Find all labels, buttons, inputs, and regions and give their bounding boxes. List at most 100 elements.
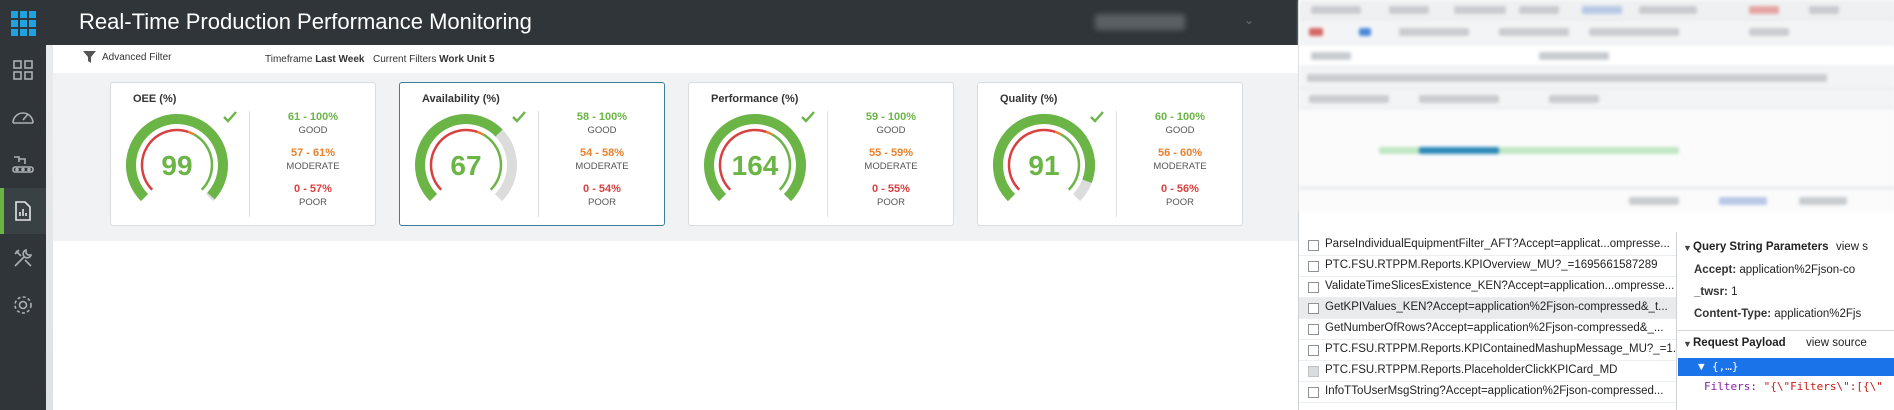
poor-range: 0 - 56% POOR xyxy=(1128,183,1232,208)
kpi-title: OEE (%) xyxy=(133,93,177,105)
request-payload-title: Request Payload xyxy=(1693,337,1786,349)
view-source-link[interactable]: view source xyxy=(1806,337,1867,349)
settings-gear-icon xyxy=(14,296,32,314)
chevron-down-icon[interactable]: ⌄ xyxy=(1244,13,1254,27)
devtools-panel: ParseIndividualEquipmentFilter_AFT?Accep… xyxy=(1298,0,1894,410)
moderate-range-label: MODERATE xyxy=(575,161,629,172)
request-checkbox[interactable] xyxy=(1308,366,1319,377)
advanced-filter-label: Advanced Filter xyxy=(102,52,172,63)
network-request-row[interactable]: PTC.FSU.RTPPM.Reports.KPIContainedMashup… xyxy=(1299,340,1676,361)
poor-range-label: POOR xyxy=(588,197,616,208)
gauge-moderate-band xyxy=(1054,130,1062,136)
payload-filters-row[interactable]: Filters: "{\"Filters\":[{\" xyxy=(1704,380,1883,393)
sidebar-item-production[interactable] xyxy=(0,141,46,187)
good-range-label: GOOD xyxy=(298,125,328,136)
query-string-title: Query String Parameters xyxy=(1693,241,1829,253)
filter-funnel-icon xyxy=(83,51,96,63)
moderate-range-label: MODERATE xyxy=(1153,161,1207,172)
request-checkbox[interactable] xyxy=(1308,303,1319,314)
good-range-label: GOOD xyxy=(876,125,906,136)
caret-down-icon: ▼ xyxy=(1683,243,1692,253)
request-checkbox[interactable] xyxy=(1308,261,1319,272)
poor-range-label: POOR xyxy=(877,197,905,208)
gauge-good-band xyxy=(482,133,503,191)
timeframe-value: Last Week xyxy=(315,54,365,65)
current-filters-value: Work Unit 5 xyxy=(439,54,495,65)
good-range: 61 - 100% GOOD xyxy=(261,111,365,136)
status-check-icon xyxy=(801,111,815,123)
network-request-row[interactable]: PTC.FSU.RTPPM.Reports.PlaceholderClickKP… xyxy=(1299,361,1676,382)
kpi-card[interactable]: Availability (%) 67 58 - 100% GOOD 54 - … xyxy=(399,82,665,226)
moderate-range-value: 55 - 59% xyxy=(868,147,914,159)
network-request-row[interactable]: GetNumberOfRows?Accept=application%2Fjso… xyxy=(1299,319,1676,340)
network-request-row[interactable]: InfoTToUserMsgString?Accept=application%… xyxy=(1299,382,1676,403)
timeframe-filter[interactable]: Timeframe Last Week xyxy=(265,54,365,65)
payload-root-text: {,…} xyxy=(1712,360,1739,373)
sidebar-item-dashboard[interactable] xyxy=(0,47,46,93)
sidebar-item-tools[interactable] xyxy=(0,235,46,281)
moderate-range-value: 56 - 60% xyxy=(1157,147,1203,159)
kpi-gauge: 91 xyxy=(993,114,1095,202)
query-string-section-header[interactable]: ▼ Query String Parameters view s xyxy=(1678,238,1894,258)
gauge-moderate-band xyxy=(187,130,195,136)
filters-key: Filters: xyxy=(1704,380,1757,393)
moderate-range-label: MODERATE xyxy=(864,161,918,172)
dashboard-grid-icon xyxy=(13,60,33,80)
request-checkbox[interactable] xyxy=(1308,240,1319,251)
kpi-title: Availability (%) xyxy=(422,93,500,105)
good-range: 59 - 100% GOOD xyxy=(839,111,943,136)
moderate-range: 54 - 58% MODERATE xyxy=(550,147,654,172)
request-checkbox[interactable] xyxy=(1308,387,1319,398)
sidebar-item-performance[interactable] xyxy=(0,94,46,140)
status-check-icon xyxy=(512,111,526,123)
section-divider xyxy=(1678,330,1894,331)
sidebar-gutter xyxy=(46,45,53,410)
moderate-range-value: 54 - 58% xyxy=(579,147,625,159)
request-checkbox[interactable] xyxy=(1308,282,1319,293)
sidebar-item-settings[interactable] xyxy=(0,282,46,328)
sidebar-item-reports[interactable] xyxy=(0,188,46,234)
card-divider xyxy=(1116,111,1117,217)
poor-range-value: 0 - 57% xyxy=(294,183,332,195)
top-bar: Real-Time Production Performance Monitor… xyxy=(0,0,1298,45)
kpi-card[interactable]: Performance (%) 164 59 - 100% GOOD 55 - … xyxy=(688,82,954,226)
filter-bar: Advanced Filter Timeframe Last Week Curr… xyxy=(53,45,1298,73)
user-menu-redacted[interactable] xyxy=(1095,14,1185,30)
current-filters-label: Current Filters xyxy=(373,54,437,65)
network-request-row[interactable]: ValidateTimeSlicesExistence_KEN?Accept=a… xyxy=(1299,277,1676,298)
kpi-title: Quality (%) xyxy=(1000,93,1058,105)
app-title: Real-Time Production Performance Monitor… xyxy=(79,9,532,34)
request-payload-section-header[interactable]: ▼ Request Payload view source xyxy=(1678,334,1894,354)
content-area xyxy=(53,241,1298,410)
query-param-row: Accept: application%2Fjson-co xyxy=(1694,264,1856,276)
request-name: GetKPIValues_KEN?Accept=application%2Fjs… xyxy=(1325,301,1668,313)
status-check-icon xyxy=(1090,111,1104,123)
request-checkbox[interactable] xyxy=(1308,345,1319,356)
kpi-gauge: 99 xyxy=(126,114,228,202)
query-param-row: Content-Type: application%2Fjs xyxy=(1694,308,1862,320)
good-range-value: 61 - 100% xyxy=(287,111,339,123)
moderate-range-label: MODERATE xyxy=(286,161,340,172)
request-name: PTC.FSU.RTPPM.Reports.PlaceholderClickKP… xyxy=(1325,364,1618,376)
network-request-row[interactable]: PTC.FSU.RTPPM.Reports.KPIOverview_MU?_=1… xyxy=(1299,256,1676,277)
caret-down-icon: ▼ xyxy=(1698,360,1705,373)
request-name: InfoTToUserMsgString?Accept=application%… xyxy=(1325,385,1664,397)
card-divider xyxy=(538,111,539,217)
poor-range-label: POOR xyxy=(1166,197,1194,208)
kpi-card[interactable]: Quality (%) 91 60 - 100% GOOD 56 - 60% M… xyxy=(977,82,1243,226)
advanced-filter-button[interactable]: Advanced Filter xyxy=(83,51,171,64)
app-launcher-grid-icon[interactable] xyxy=(8,8,38,38)
request-checkbox[interactable] xyxy=(1308,324,1319,335)
kpi-card[interactable]: OEE (%) 99 61 - 100% GOOD 57 - 61% MODER… xyxy=(110,82,376,226)
kpi-value: 164 xyxy=(732,150,779,181)
view-source-link[interactable]: view s xyxy=(1836,241,1868,253)
gauge-moderate-band xyxy=(476,130,484,136)
network-request-row[interactable]: GetKPIValues_KEN?Accept=application%2Fjs… xyxy=(1299,298,1676,319)
payload-root-node[interactable]: ▼ {,…} xyxy=(1678,358,1894,376)
network-request-list: ParseIndividualEquipmentFilter_AFT?Accep… xyxy=(1299,232,1677,410)
kpi-value: 91 xyxy=(1028,150,1059,181)
current-filters[interactable]: Current Filters Work Unit 5 xyxy=(373,54,495,65)
network-request-row[interactable]: ParseIndividualEquipmentFilter_AFT?Accep… xyxy=(1299,235,1676,256)
poor-range-value: 0 - 55% xyxy=(872,183,910,195)
status-check-icon xyxy=(223,111,237,123)
